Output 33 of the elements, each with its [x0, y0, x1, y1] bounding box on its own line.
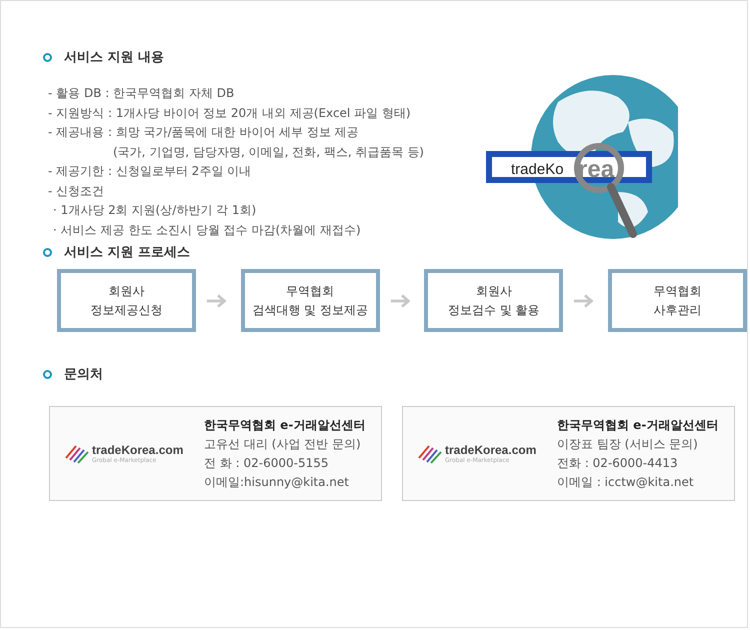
- info-line: - 제공기한 : 신청일로부터 2주일 이내: [48, 163, 252, 180]
- logo-text: tradeKorea.com: [92, 443, 184, 457]
- info-line: - 제공내용 : 희망 국가/품목에 대한 바이어 세부 정보 제공: [48, 124, 360, 141]
- email-address: 이메일 : icctw@kita.net: [557, 474, 695, 490]
- bullet-icon: [43, 52, 52, 62]
- process-step: 무역협회 사후관리: [608, 269, 748, 332]
- info-line: · 1개사당 2회 지원(상/하반기 각 1회): [52, 202, 258, 219]
- section-title: 문의처: [64, 366, 103, 383]
- info-line: - 활용 DB : 한국무역협회 자체 DB: [48, 85, 236, 102]
- bullet-icon: [43, 248, 52, 256]
- bullet-icon: [43, 370, 52, 378]
- process-step: 회원사 정보제공신청: [57, 269, 196, 332]
- email-address: 이메일:hisunny@kita.net: [204, 474, 350, 490]
- phone-number: 전화 : 02-6000-4413: [557, 454, 679, 472]
- process-step: 무역협회 검색대행 및 정보제공: [240, 269, 380, 332]
- organization-name: 한국무역협회 e-거래알선센터: [557, 416, 718, 434]
- contact-person: 고유선 대리 (사업 전반 문의): [204, 436, 362, 452]
- arrow-icon: [390, 294, 410, 308]
- info-line: - 지원방식 : 1개사당 바이어 정보 20개 내외 제공(Excel 파일 형태): [48, 104, 412, 122]
- contact-person: 이장표 팀장 (서비스 문의): [557, 436, 699, 452]
- organization-name: 한국무역협회 e-거래알선센터: [204, 416, 366, 434]
- process-step: 회원사 정보검수 및 활용: [424, 269, 564, 332]
- info-line: · 서비스 제공 한도 소진시 당월 접수 마감(차월에 재접수): [52, 222, 362, 238]
- info-line: - 신청조건: [48, 182, 106, 200]
- logo-text: tradeKorea.com: [445, 443, 536, 457]
- section-title: 서비스 지원 내용: [64, 49, 164, 66]
- logo-stripes-icon: [64, 444, 90, 464]
- arrow-icon: [573, 294, 594, 308]
- section-title: 서비스 지원 프로세스: [64, 244, 190, 261]
- phone-number: 전 화 : 02-6000-5155: [204, 454, 330, 472]
- arrow-icon: [206, 294, 227, 308]
- logo-stripes-icon: [417, 444, 443, 464]
- info-line: (국가, 기업명, 담당자명, 이메일, 전화, 팩스, 취급품목 등): [112, 144, 425, 160]
